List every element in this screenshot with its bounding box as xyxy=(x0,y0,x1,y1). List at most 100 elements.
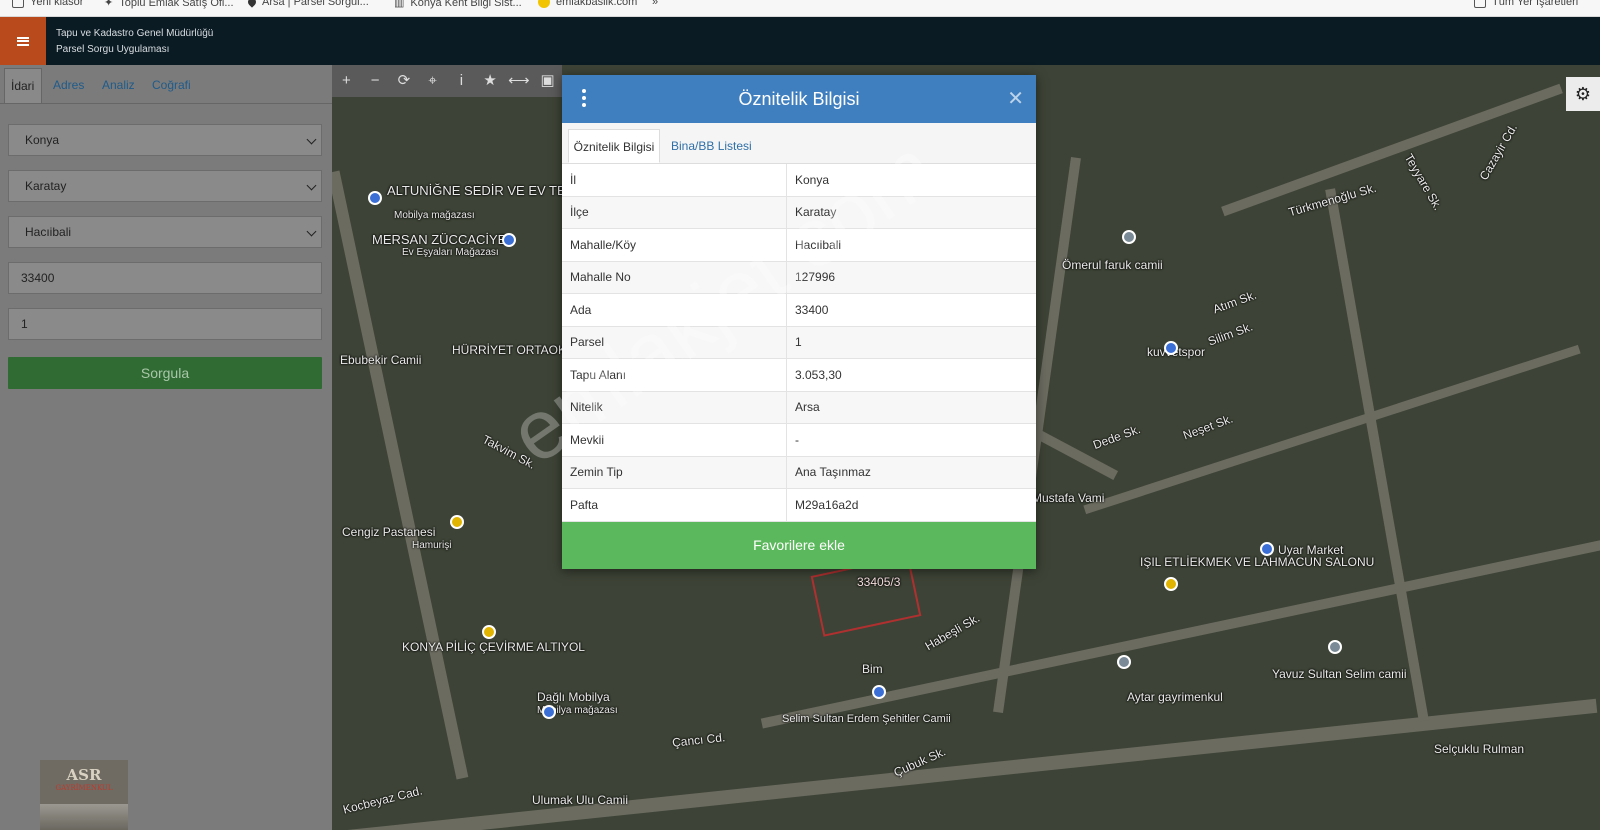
info-button[interactable]: i xyxy=(447,65,476,97)
locate-button[interactable]: ⌖ xyxy=(418,65,447,97)
attr-value: Konya xyxy=(786,164,1036,197)
bookmark-arsa-parsel[interactable]: Arsa | Parsel Sorgul... xyxy=(246,0,369,8)
attr-value: 1 xyxy=(786,326,1036,359)
map-label: Takvim Sk. xyxy=(480,432,538,472)
map-label: Ömerul faruk camii xyxy=(1062,258,1163,272)
attr-value: Karatay xyxy=(786,196,1036,229)
tab-adres[interactable]: Adres xyxy=(53,68,84,103)
map-label: Mustafa Vami xyxy=(1032,491,1105,505)
il-select[interactable]: Konya xyxy=(8,124,322,156)
tab-oznitelik[interactable]: Öznitelik Bilgisi xyxy=(568,129,660,163)
attr-key: Nitelik xyxy=(562,391,787,424)
table-row: Zemin Tip Ana Taşınmaz xyxy=(562,456,1036,489)
chevron-down-icon xyxy=(306,226,317,237)
bookmarks-more[interactable]: » xyxy=(652,0,658,8)
bookmark-toplu-emlak[interactable]: ✦ Toplu Emlak Satış Ofi... xyxy=(104,0,234,9)
map-label: Mobilya mağazası xyxy=(394,210,475,221)
map-label: Habeşli Sk. xyxy=(922,610,983,654)
table-row: Tapu Alanı 3.053,30 xyxy=(562,358,1036,392)
ilce-select[interactable]: Karatay xyxy=(8,170,322,202)
gear-icon[interactable]: ⚙ xyxy=(1566,77,1600,111)
tab-idari[interactable]: İdari xyxy=(4,68,42,103)
attr-value: Ana Taşınmaz xyxy=(786,456,1036,489)
attr-key: Mahalle No xyxy=(562,261,787,294)
dialog-header: Öznitelik Bilgisi ✕ xyxy=(562,75,1036,123)
table-row: Mevkii - xyxy=(562,423,1036,457)
attribute-dialog: Öznitelik Bilgisi ✕ Öznitelik Bilgisi Bi… xyxy=(562,75,1036,569)
bookmark-konya-kent[interactable]: ▥ Konya Kent Bilgi Sist... xyxy=(394,0,522,9)
dialog-title: Öznitelik Bilgisi xyxy=(738,89,860,109)
sorgula-button[interactable]: Sorgula xyxy=(8,357,322,389)
poi-marker[interactable] xyxy=(1117,655,1131,669)
zoom-out-button[interactable]: − xyxy=(361,65,390,97)
dialog-tabs: Öznitelik Bilgisi Bina/BB Listesi xyxy=(562,123,1036,164)
ada-input[interactable]: 33400 xyxy=(8,262,322,294)
favorite-button[interactable]: ★ xyxy=(476,65,505,97)
attr-key: İl xyxy=(562,164,787,197)
add-favorite-button[interactable]: Favorilere ekle xyxy=(562,522,1036,569)
close-icon[interactable]: ✕ xyxy=(1007,87,1024,111)
map-label: Aytar gayrimenkul xyxy=(1127,690,1223,704)
attr-key: İlçe xyxy=(562,196,787,229)
attr-key: Ada xyxy=(562,293,787,327)
attr-key: Tapu Alanı xyxy=(562,358,787,392)
chevron-down-icon xyxy=(306,134,317,145)
poi-marker[interactable] xyxy=(872,685,886,699)
map-label: Atım Sk. xyxy=(1210,287,1259,317)
map-label: Silim Sk. xyxy=(1206,319,1255,349)
org-title: Tapu ve Kadastro Genel Müdürlüğü xyxy=(56,28,214,39)
attr-key: Mahalle/Köy xyxy=(562,228,787,262)
poi-marker[interactable] xyxy=(502,233,516,247)
poi-marker[interactable] xyxy=(1122,230,1136,244)
bookmark-emlakbaslik[interactable]: emlakbaslik.com xyxy=(538,0,637,8)
bookmark-icon xyxy=(12,0,24,8)
table-row: Pafta M29a16a2d xyxy=(562,488,1036,522)
tab-analiz[interactable]: Analiz xyxy=(102,68,135,103)
map-label: KONYA PİLİÇ ÇEVİRME ALTIYOL xyxy=(402,640,585,654)
map-toolbar: + − ⟳ ⌖ i ★ ⟷ ▣ xyxy=(332,65,562,97)
attr-value: 3.053,30 xyxy=(786,358,1036,392)
chart-icon: ▥ xyxy=(394,0,405,9)
table-row: Mahalle/Köy Hacıibali xyxy=(562,228,1036,262)
attribute-table: İl Konya İlçe Karatay Mahalle/Köy Hacıibali… xyxy=(562,164,1036,522)
map-label: Dağlı Mobilya xyxy=(537,690,610,704)
poi-marker[interactable] xyxy=(1164,577,1178,591)
map-label: Hamurişi xyxy=(412,540,452,551)
poi-marker[interactable] xyxy=(1260,542,1274,556)
poi-marker[interactable] xyxy=(1164,341,1178,355)
map-label: Ebubekir Camii xyxy=(340,353,422,367)
app-title: Parsel Sorgu Uygulaması xyxy=(56,44,170,55)
tab-bina-listesi[interactable]: Bina/BB Listesi xyxy=(671,129,752,163)
map-label: Cazayir Cd. xyxy=(1476,121,1521,183)
zoom-in-button[interactable]: + xyxy=(332,65,361,97)
agency-logo: ASR GAYRİMENKUL xyxy=(40,760,128,830)
attr-value: - xyxy=(786,423,1036,457)
map-label: Ulumak Ulu Camii xyxy=(532,793,629,807)
table-row: İlçe Karatay xyxy=(562,196,1036,229)
table-row: Ada 33400 xyxy=(562,293,1036,327)
hamburger-icon xyxy=(17,36,29,46)
map-label: Selçuklu Rulman xyxy=(1434,742,1525,756)
menu-button[interactable] xyxy=(0,17,46,65)
poi-marker[interactable] xyxy=(1328,640,1342,654)
refresh-button[interactable]: ⟳ xyxy=(390,65,419,97)
poi-marker[interactable] xyxy=(542,705,556,719)
area-button[interactable]: ▣ xyxy=(533,65,562,97)
mahalle-select[interactable]: Hacıibali xyxy=(8,216,322,248)
table-row: Parsel 1 xyxy=(562,326,1036,359)
poi-marker[interactable] xyxy=(482,625,496,639)
map-label: MERSAN ZÜCCACİYE xyxy=(372,232,507,247)
measure-button[interactable]: ⟷ xyxy=(505,65,534,97)
all-bookmarks[interactable]: Tüm Yer İşaretleri xyxy=(1474,0,1578,8)
poi-marker[interactable] xyxy=(450,515,464,529)
attr-value: 33400 xyxy=(786,293,1036,327)
map-label: Çancı Cd. xyxy=(671,730,726,750)
sun-icon xyxy=(538,0,550,8)
bookmark-yeni-klasor[interactable]: Yeni klasör xyxy=(12,0,83,8)
attr-value: Hacıibali xyxy=(786,228,1036,262)
map-label: Neşet Sk. xyxy=(1181,411,1235,443)
attr-key: Zemin Tip xyxy=(562,456,787,489)
poi-marker[interactable] xyxy=(368,191,382,205)
parsel-input[interactable]: 1 xyxy=(8,308,322,340)
tab-cografi[interactable]: Coğrafi xyxy=(152,68,191,103)
